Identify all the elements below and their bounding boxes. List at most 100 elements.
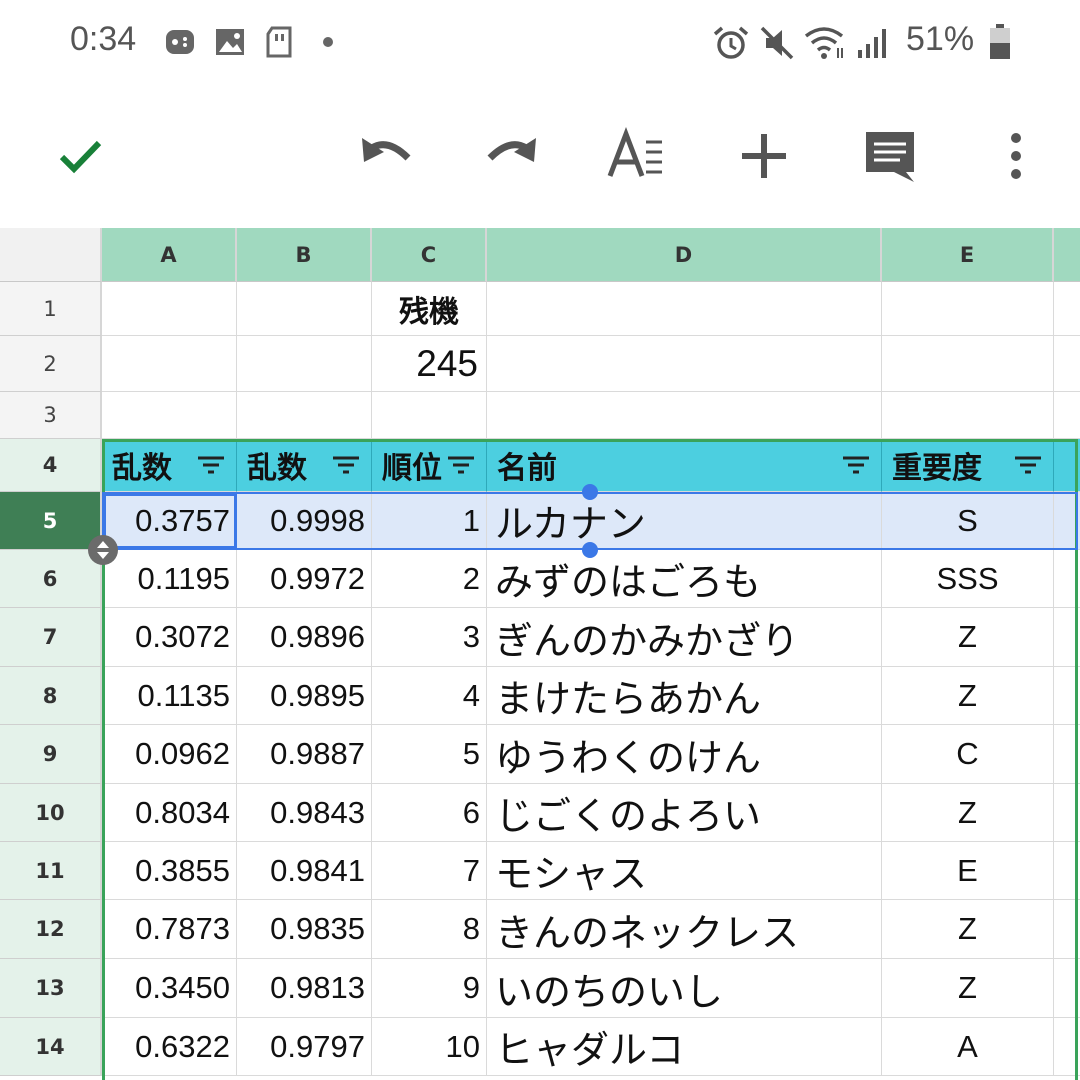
cell-e12[interactable]: Z	[882, 900, 1054, 959]
table-header-e[interactable]: 重要度	[882, 439, 1054, 492]
cell-f7[interactable]	[1054, 608, 1080, 667]
cell-e8[interactable]: Z	[882, 667, 1054, 725]
cell-c1[interactable]: 残機	[372, 282, 487, 336]
row-header-12[interactable]: 12	[0, 900, 102, 959]
done-button[interactable]	[44, 120, 116, 192]
cell-c8[interactable]: 4	[372, 667, 487, 725]
cell-a14[interactable]: 0.6322	[102, 1018, 237, 1076]
filter-icon[interactable]	[841, 454, 871, 476]
row-header-1[interactable]: 1	[0, 282, 102, 336]
cell-b13[interactable]: 0.9813	[237, 959, 372, 1018]
cell-a10[interactable]: 0.8034	[102, 784, 237, 842]
row-header-11[interactable]: 11	[0, 842, 102, 900]
column-header-d[interactable]: D	[487, 228, 882, 282]
cell-a11[interactable]: 0.3855	[102, 842, 237, 900]
cell-e13[interactable]: Z	[882, 959, 1054, 1018]
filter-icon[interactable]	[446, 454, 476, 476]
cell-f10[interactable]	[1054, 784, 1080, 842]
cell-b3[interactable]	[237, 392, 372, 439]
cell-e7[interactable]: Z	[882, 608, 1054, 667]
filter-icon[interactable]	[1013, 454, 1043, 476]
cell-d6[interactable]: みずのはごろも	[487, 550, 882, 608]
row-header-9[interactable]: 9	[0, 725, 102, 784]
cell-b12[interactable]: 0.9835	[237, 900, 372, 959]
row-header-14[interactable]: 14	[0, 1018, 102, 1076]
cell-f12[interactable]	[1054, 900, 1080, 959]
undo-button[interactable]	[350, 120, 422, 192]
filter-icon[interactable]	[331, 454, 361, 476]
cell-e1[interactable]	[882, 282, 1054, 336]
cell-a7[interactable]: 0.3072	[102, 608, 237, 667]
cell-b7[interactable]: 0.9896	[237, 608, 372, 667]
cell-d8[interactable]: まけたらあかん	[487, 667, 882, 725]
cell-e14[interactable]: A	[882, 1018, 1054, 1076]
cell-e9[interactable]: C	[882, 725, 1054, 784]
row-header-4[interactable]: 4	[0, 439, 102, 492]
cell-d2[interactable]	[487, 336, 882, 392]
table-header-b[interactable]: 乱数	[237, 439, 372, 492]
cell-f8[interactable]	[1054, 667, 1080, 725]
cell-f9[interactable]	[1054, 725, 1080, 784]
cell-d3[interactable]	[487, 392, 882, 439]
column-header-a[interactable]: A	[102, 228, 237, 282]
cell-a1[interactable]	[102, 282, 237, 336]
cell-f5[interactable]	[1054, 492, 1080, 550]
cell-d9[interactable]: ゆうわくのけん	[487, 725, 882, 784]
select-all-corner[interactable]	[0, 228, 102, 282]
cell-a8[interactable]: 0.1135	[102, 667, 237, 725]
cell-d13[interactable]: いのちのいし	[487, 959, 882, 1018]
cell-f6[interactable]	[1054, 550, 1080, 608]
cell-b9[interactable]: 0.9887	[237, 725, 372, 784]
row-header-13[interactable]: 13	[0, 959, 102, 1018]
column-header-partial[interactable]	[1054, 228, 1080, 282]
insert-button[interactable]	[728, 120, 800, 192]
cell-c12[interactable]: 8	[372, 900, 487, 959]
text-format-button[interactable]	[602, 120, 674, 192]
cell-a9[interactable]: 0.0962	[102, 725, 237, 784]
cell-d1[interactable]	[487, 282, 882, 336]
cell-a5[interactable]: 0.3757	[102, 492, 237, 550]
cell-e10[interactable]: Z	[882, 784, 1054, 842]
row-header-3[interactable]: 3	[0, 392, 102, 439]
cell-f3[interactable]	[1054, 392, 1080, 439]
cell-a2[interactable]	[102, 336, 237, 392]
column-header-c[interactable]: C	[372, 228, 487, 282]
cell-c14[interactable]: 10	[372, 1018, 487, 1076]
cell-f14[interactable]	[1054, 1018, 1080, 1076]
cell-c10[interactable]: 6	[372, 784, 487, 842]
comment-button[interactable]	[854, 120, 926, 192]
cell-e5[interactable]: S	[882, 492, 1054, 550]
cell-a6[interactable]: 0.1195	[102, 550, 237, 608]
cell-a13[interactable]: 0.3450	[102, 959, 237, 1018]
row-header-5[interactable]: 5	[0, 492, 102, 550]
column-header-b[interactable]: B	[237, 228, 372, 282]
row-header-2[interactable]: 2	[0, 336, 102, 392]
cell-f13[interactable]	[1054, 959, 1080, 1018]
cell-b8[interactable]: 0.9895	[237, 667, 372, 725]
cell-c6[interactable]: 2	[372, 550, 487, 608]
column-header-e[interactable]: E	[882, 228, 1054, 282]
cell-b5[interactable]: 0.9998	[237, 492, 372, 550]
row-header-7[interactable]: 7	[0, 608, 102, 667]
cell-e3[interactable]	[882, 392, 1054, 439]
row-header-10[interactable]: 10	[0, 784, 102, 842]
cell-d12[interactable]: きんのネックレス	[487, 900, 882, 959]
cell-f11[interactable]	[1054, 842, 1080, 900]
selection-handle-top[interactable]	[582, 484, 598, 500]
row-resize-handle[interactable]	[88, 535, 118, 565]
selection-handle-bottom[interactable]	[582, 542, 598, 558]
more-options-button[interactable]	[980, 120, 1052, 192]
cell-c9[interactable]: 5	[372, 725, 487, 784]
cell-d7[interactable]: ぎんのかみかざり	[487, 608, 882, 667]
table-header-c[interactable]: 順位	[372, 439, 487, 492]
row-header-6[interactable]: 6	[0, 550, 102, 608]
cell-c5[interactable]: 1	[372, 492, 487, 550]
cell-c7[interactable]: 3	[372, 608, 487, 667]
cell-b6[interactable]: 0.9972	[237, 550, 372, 608]
cell-b1[interactable]	[237, 282, 372, 336]
cell-b11[interactable]: 0.9841	[237, 842, 372, 900]
cell-f1[interactable]	[1054, 282, 1080, 336]
table-header-a[interactable]: 乱数	[102, 439, 237, 492]
cell-e2[interactable]	[882, 336, 1054, 392]
filter-icon[interactable]	[196, 454, 226, 476]
